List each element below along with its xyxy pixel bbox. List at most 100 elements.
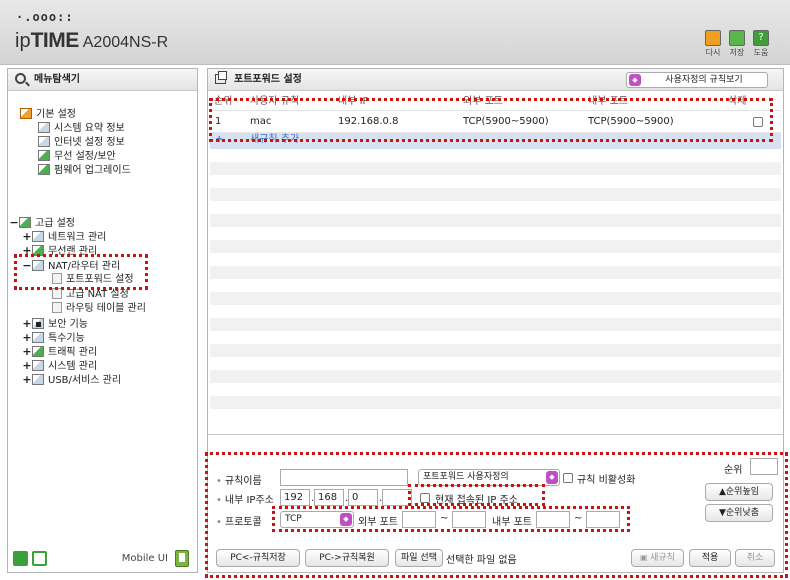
rank-down-button[interactable]: ▼순위낮춤	[705, 504, 773, 522]
tree-routing-table[interactable]: 라우팅 테이블 관리	[52, 302, 146, 316]
restore-rules-button[interactable]: PC->규칙복원	[305, 549, 389, 567]
tree-port-forward[interactable]: 포트포워드 설정	[52, 273, 134, 287]
protocol-label: • 프로토콜	[216, 517, 262, 528]
tree-network[interactable]: + 네트워크 관리	[22, 230, 106, 244]
tree-label: 시스템 요약 정보	[54, 123, 125, 134]
search-icon	[15, 73, 26, 84]
current-ip-checkbox[interactable]	[420, 493, 430, 503]
tree-label: 무선랜 관리	[48, 246, 98, 257]
header-external-port: 외부 포트	[463, 96, 503, 107]
network-icon	[32, 231, 44, 242]
tree-label: 포트포워드 설정	[66, 274, 134, 285]
tree-security[interactable]: + 보안 기능	[22, 317, 88, 331]
rank-input[interactable]	[750, 458, 778, 475]
expand-icon[interactable]: +	[22, 230, 32, 244]
help-button[interactable]: ? 도움	[751, 30, 771, 58]
expand-icon[interactable]: +	[22, 317, 32, 331]
rank-label: 순위	[724, 465, 743, 476]
tree-wlan[interactable]: + 무선랜 관리	[22, 244, 97, 258]
logout-icon[interactable]	[32, 551, 47, 566]
row-rule-name: mac	[250, 116, 272, 127]
brand-time: TIME	[30, 29, 80, 52]
tree-nat-router[interactable]: − NAT/라우터 관리	[22, 259, 120, 273]
tree-system-summary[interactable]: 시스템 요약 정보	[38, 122, 125, 136]
document-icon	[52, 302, 62, 313]
disable-rule-label: 규칙 비활성화	[577, 475, 636, 486]
tree-label: USB/서비스 관리	[48, 375, 122, 386]
help-label: 도움	[753, 48, 769, 57]
model-name: A2004NS-R	[82, 34, 169, 51]
save-icon	[729, 30, 745, 46]
document-icon	[52, 288, 62, 299]
apply-button[interactable]: 적용	[689, 549, 731, 567]
tree-label: 시스템 관리	[48, 361, 98, 372]
tree-advanced-nat[interactable]: 고급 NAT 설정	[52, 288, 129, 302]
collapse-icon[interactable]: −	[22, 259, 32, 273]
page-icon	[215, 71, 227, 84]
save-button[interactable]: 저장	[727, 30, 747, 58]
tree-traffic[interactable]: + 트래픽 관리	[22, 345, 97, 359]
header-internal-ip: 내부 IP	[338, 96, 369, 107]
basic-settings-icon	[20, 108, 32, 119]
tree-special[interactable]: + 특수기능	[22, 331, 84, 345]
traffic-icon	[32, 346, 44, 357]
mobile-ui-label[interactable]: Mobile UI	[122, 553, 168, 564]
preset-select[interactable]: 포트포워드 사용자정의 ◆	[418, 469, 560, 486]
ip-octet-1[interactable]: 192	[280, 489, 310, 506]
refresh-label: 다시	[705, 48, 721, 57]
logo-dots: ·.ooo::	[16, 10, 74, 24]
disable-rule-checkbox[interactable]	[563, 473, 573, 483]
menu-explorer-label: 메뉴탐색기	[34, 74, 80, 85]
internal-port-label: 내부 포트	[492, 517, 532, 528]
tree-internet-info[interactable]: 인터넷 설정 정보	[38, 136, 125, 150]
rule-name-input[interactable]	[280, 469, 408, 486]
mobile-icon[interactable]	[175, 550, 189, 567]
document-icon	[52, 273, 62, 284]
protocol-select[interactable]: TCP ◆	[280, 511, 354, 528]
chart-icon	[38, 122, 50, 133]
preset-select-value: 포트포워드 사용자정의	[423, 472, 509, 482]
add-rule-row[interactable]: + 새규칙 추가	[210, 133, 781, 149]
tree-label: 고급 설정	[35, 218, 75, 229]
save-label: 저장	[729, 48, 745, 57]
external-port-start[interactable]	[402, 511, 436, 528]
tree-firmware-upgrade[interactable]: 펌웨어 업그레이드	[38, 164, 131, 178]
ip-octet-3[interactable]: 0	[348, 489, 378, 506]
external-port-end[interactable]	[452, 511, 486, 528]
internal-port-end[interactable]	[586, 511, 620, 528]
expand-icon[interactable]: +	[22, 244, 32, 258]
rule-name-label: • 규칙이름	[216, 476, 262, 487]
wlan-icon	[32, 245, 44, 256]
select-arrow-icon: ◆	[629, 74, 641, 86]
cancel-button[interactable]: 취소	[735, 549, 775, 567]
ip-octet-4[interactable]	[382, 489, 412, 506]
expand-icon[interactable]: +	[22, 359, 32, 373]
view-rules-select[interactable]: ◆ 사용자정의 규칙보기	[626, 72, 768, 88]
ip-octet-2[interactable]: 168	[314, 489, 344, 506]
rank-up-button[interactable]: ▲순위높임	[705, 483, 773, 501]
tree-system[interactable]: + 시스템 관리	[22, 359, 97, 373]
expand-icon[interactable]: +	[22, 345, 32, 359]
tree-usb-service[interactable]: + USB/서비스 관리	[22, 373, 121, 387]
header-rank: 순위	[214, 96, 233, 107]
row-delete-checkbox[interactable]	[753, 117, 763, 127]
expand-icon[interactable]: +	[22, 331, 32, 345]
collapse-icon[interactable]: −	[9, 216, 19, 230]
refresh-button[interactable]: 다시	[703, 30, 723, 58]
home-icon[interactable]	[13, 551, 28, 566]
new-rule-button[interactable]: ▣ 새규칙	[631, 549, 684, 567]
brand-ip: ip	[15, 30, 31, 52]
table-row[interactable]: 1 mac 192.168.0.8 TCP(5900~5900) TCP(590…	[210, 111, 781, 133]
empty-rows	[210, 149, 781, 409]
row-rank: 1	[215, 116, 222, 127]
main-panel: 포트포워드 설정 ◆ 사용자정의 규칙보기 순위 사용자 규칙 내부 IP 외부…	[207, 68, 784, 573]
backup-rules-button[interactable]: PC<-규칙저장	[216, 549, 300, 567]
expand-icon[interactable]: +	[22, 373, 32, 387]
row-internal-port: TCP(5900~5900)	[588, 116, 674, 127]
choose-file-button[interactable]: 파일 선택	[395, 549, 443, 567]
tree-wireless-security[interactable]: 무선 설정/보안	[38, 150, 116, 164]
tree-advanced-settings[interactable]: − 고급 설정	[9, 216, 75, 230]
internal-port-start[interactable]	[536, 511, 570, 528]
rule-edit-form: • 규칙이름 포트포워드 사용자정의 ◆ 규칙 비활성화 • 내부 IP주소 192…	[208, 434, 783, 572]
tree-basic-settings[interactable]: 기본 설정	[20, 108, 76, 122]
